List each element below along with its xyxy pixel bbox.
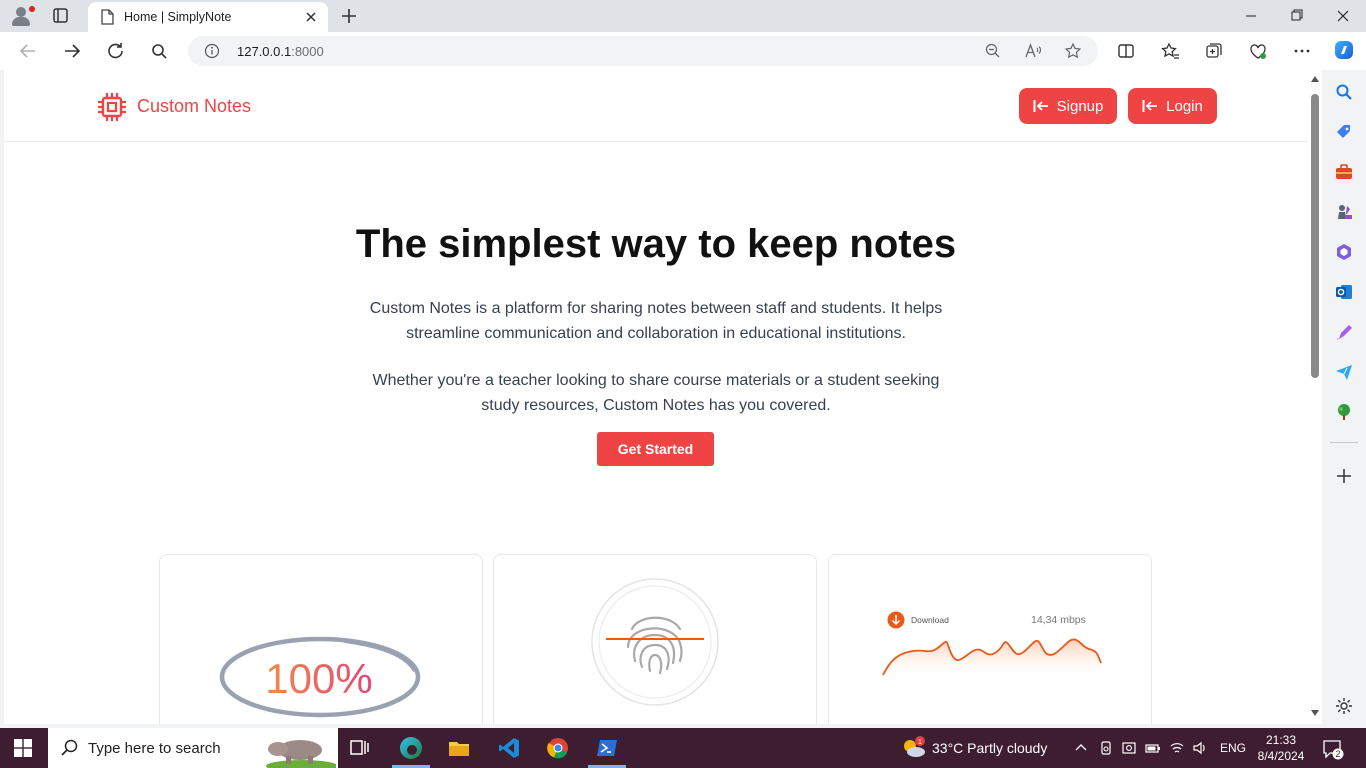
sidebar-search-icon[interactable] — [1334, 82, 1354, 102]
feature-card-1: 100% — [159, 554, 483, 724]
tab-title: Home | SimplyNote — [124, 10, 232, 24]
split-screen-icon[interactable] — [1116, 41, 1136, 61]
chrome-icon[interactable] — [546, 736, 570, 760]
login-label: Login — [1166, 97, 1203, 115]
percent-value: 100% — [265, 655, 372, 702]
language-indicator[interactable]: ENG — [1220, 741, 1246, 755]
tab-strip: Home | SimplyNote — [0, 0, 1366, 32]
volume-icon[interactable] — [1192, 740, 1208, 756]
page-scrollbar[interactable] — [1308, 70, 1322, 724]
download-speed: 14,34 mbps — [1031, 614, 1086, 626]
scrollbar-thumb[interactable] — [1311, 94, 1319, 378]
weather-text[interactable]: 33°C Partly cloudy — [932, 740, 1047, 756]
signup-label: Signup — [1056, 97, 1104, 115]
feature-card-2 — [493, 554, 817, 724]
tab-actions-icon[interactable] — [48, 6, 72, 26]
search-icon — [61, 739, 78, 756]
hero-paragraph-2: Whether you're a teacher looking to shar… — [372, 372, 940, 414]
chip-logo-icon — [98, 93, 126, 121]
outlook-icon[interactable] — [1334, 282, 1354, 302]
clock-date: 8/4/2024 — [1257, 749, 1305, 763]
weather-cloud-icon[interactable]: 1 — [900, 736, 928, 760]
clock-time: 21:33 — [1265, 733, 1297, 747]
get-started-button[interactable]: Get Started — [597, 432, 714, 466]
edge-sidebar — [1322, 70, 1366, 728]
download-arrow-icon — [887, 611, 905, 629]
signup-button[interactable]: Signup — [1019, 88, 1117, 124]
browser-toolbar: 127.0.0.1:8000 — [0, 32, 1366, 70]
taskbar-search[interactable]: Type here to search — [48, 728, 338, 768]
page-viewport: Custom Notes Signup Login The simplest w… — [4, 70, 1308, 724]
games-chess-icon[interactable] — [1334, 202, 1354, 222]
restore-icon[interactable] — [1274, 0, 1320, 32]
add-sidebar-app-icon[interactable] — [1334, 466, 1354, 486]
task-view-icon[interactable] — [348, 736, 372, 760]
download-label: Download — [911, 615, 949, 625]
scroll-down-icon[interactable] — [1311, 710, 1319, 716]
profile-avatar-icon[interactable] — [10, 6, 35, 26]
weather-badge-count: 1 — [918, 739, 922, 746]
site-navbar: Custom Notes Signup Login — [4, 70, 1308, 142]
edge-app-icon[interactable] — [398, 735, 424, 761]
notification-count: 2 — [1335, 749, 1340, 759]
browser-essentials-icon[interactable] — [1248, 41, 1268, 61]
read-aloud-icon[interactable] — [1024, 42, 1042, 60]
active-tab[interactable]: Home | SimplyNote — [88, 2, 328, 32]
page-icon — [101, 9, 114, 25]
send-drop-icon[interactable] — [1334, 362, 1354, 382]
clock[interactable]: 21:33 8/4/2024 — [1256, 732, 1306, 764]
powershell-icon[interactable] — [595, 736, 619, 760]
speed-graph — [882, 638, 1102, 679]
new-tab-icon[interactable] — [338, 5, 360, 27]
site-info-icon[interactable] — [204, 43, 220, 59]
favorite-star-icon[interactable] — [1064, 42, 1082, 60]
copilot-icon[interactable] — [1333, 39, 1355, 61]
battery-icon[interactable] — [1145, 740, 1161, 756]
file-explorer-icon[interactable] — [447, 736, 471, 760]
tray-capture-icon[interactable] — [1121, 740, 1137, 756]
minimize-icon[interactable] — [1228, 0, 1274, 32]
feature-card-3: Download 14,34 mbps — [828, 554, 1152, 724]
designer-pen-icon[interactable] — [1334, 322, 1354, 342]
hero-title: The simplest way to keep notes — [355, 222, 957, 266]
sidebar-settings-icon[interactable] — [1334, 696, 1354, 716]
close-window-icon[interactable] — [1320, 0, 1366, 32]
wifi-icon[interactable] — [1169, 740, 1185, 756]
search-placeholder: Type here to search — [88, 740, 221, 757]
windows-start-icon[interactable] — [14, 739, 32, 757]
tools-briefcase-icon[interactable] — [1334, 162, 1354, 182]
close-tab-icon[interactable] — [302, 8, 320, 26]
sidebar-divider — [1330, 442, 1358, 443]
scroll-up-icon[interactable] — [1311, 76, 1319, 82]
login-arrow-icon — [1142, 100, 1158, 112]
search-icon[interactable] — [148, 40, 172, 62]
url-text: 127.0.0.1:8000 — [237, 44, 324, 59]
login-arrow-icon — [1033, 100, 1048, 112]
zoom-out-icon[interactable] — [984, 42, 1002, 60]
login-button[interactable]: Login — [1128, 88, 1217, 124]
back-icon[interactable] — [16, 40, 40, 62]
vscode-icon[interactable] — [497, 736, 521, 760]
shopping-tag-icon[interactable] — [1334, 122, 1354, 142]
forward-icon[interactable] — [60, 40, 84, 62]
tree-icon[interactable] — [1334, 402, 1354, 422]
brand-name: Custom Notes — [137, 96, 252, 116]
reload-icon[interactable] — [104, 40, 128, 62]
address-bar[interactable]: 127.0.0.1:8000 — [188, 36, 1098, 66]
collections-icon[interactable] — [1204, 41, 1224, 61]
fingerprint-icon — [591, 578, 719, 706]
more-menu-icon[interactable] — [1292, 41, 1312, 61]
hippo-search-highlight-icon — [266, 740, 336, 768]
hero-paragraph-1: Custom Notes is a platform for sharing n… — [369, 300, 943, 342]
tray-device-icon[interactable] — [1098, 740, 1114, 756]
show-hidden-icons-chevron-icon[interactable] — [1073, 740, 1089, 756]
microsoft-365-icon[interactable] — [1334, 242, 1354, 262]
hundred-percent-illustration: 100% — [219, 636, 421, 718]
notifications-icon[interactable]: 2 — [1322, 738, 1344, 760]
favorites-icon[interactable] — [1160, 41, 1180, 61]
windows-taskbar: Type here to search 1 33°C Partly cloudy… — [0, 728, 1366, 768]
